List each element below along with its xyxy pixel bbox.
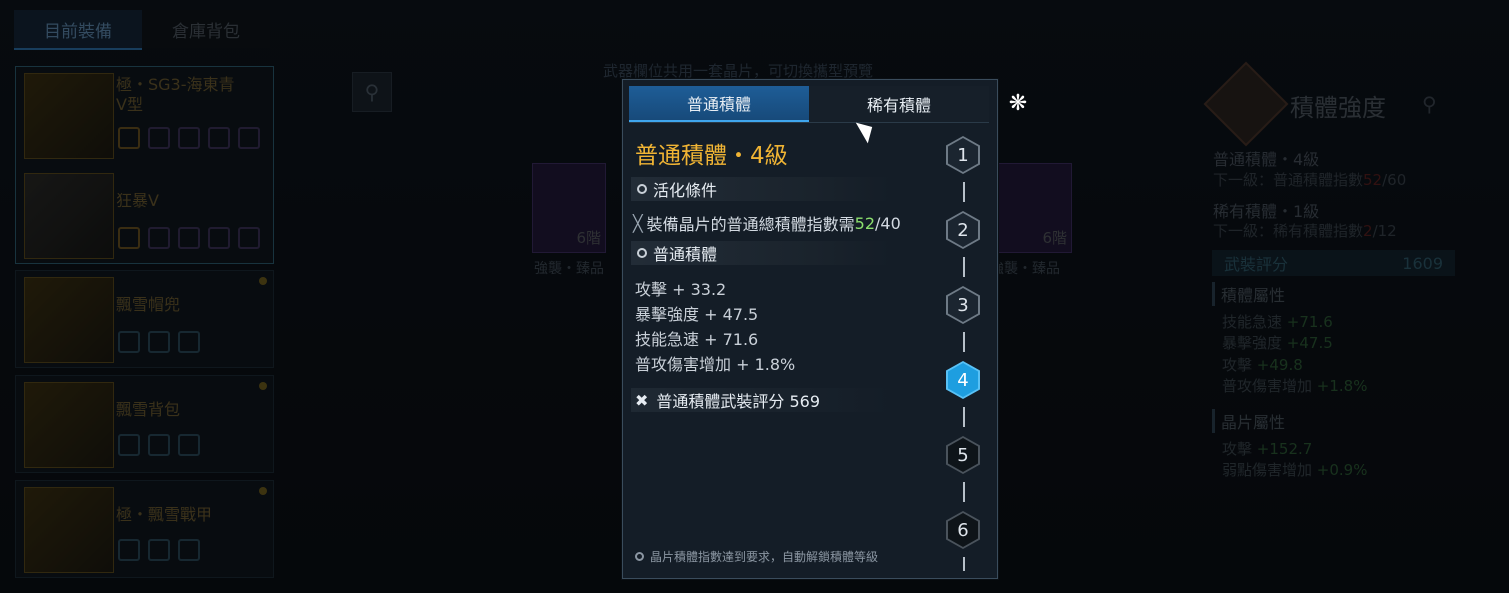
level-6-hex[interactable]: 6 [946, 511, 980, 549]
stats-header: 普通積體 [631, 241, 891, 265]
integration-level-dialog: 普通積體 稀有積體 普通積體・4級 活化條件 ╳ 裝備晶片的普通總積體指數需 52… [622, 79, 998, 579]
score-x-icon: ✖ [635, 390, 649, 410]
level-4-hex-current[interactable]: 4 [946, 361, 980, 399]
integration-type-tabs: 普通積體 稀有積體 [629, 86, 989, 123]
level-ladder: 1 2 3 4 5 6 [946, 136, 982, 576]
activation-header: 活化條件 [631, 177, 891, 201]
close-icon[interactable]: ❋ [1005, 90, 1031, 116]
activation-condition: ╳ 裝備晶片的普通總積體指數需 52/40 [633, 213, 901, 235]
level-5-hex[interactable]: 5 [946, 436, 980, 474]
bullet-icon [637, 248, 647, 258]
tab-rare-integration[interactable]: 稀有積體 [809, 86, 989, 122]
stat-line: 技能急速 + 71.6 [635, 330, 759, 349]
bullet-icon [635, 552, 644, 561]
auto-unlock-note: 晶片積體指數達到要求，自動解鎖積體等級 [635, 548, 878, 565]
level-3-hex[interactable]: 3 [946, 286, 980, 324]
stat-line: 攻擊 + 33.2 [635, 280, 727, 299]
stat-line: 普攻傷害增加 + 1.8% [635, 355, 796, 374]
bullet-icon [637, 184, 647, 194]
tab-normal-integration[interactable]: 普通積體 [629, 86, 809, 122]
condition-required: /40 [875, 213, 901, 233]
integration-score: ✖ 普通積體武裝評分 569 [631, 388, 891, 412]
level-1-hex[interactable]: 1 [946, 136, 980, 174]
level-title: 普通積體・4級 [635, 143, 788, 169]
integration-icon: ╳ [633, 213, 643, 233]
level-2-hex[interactable]: 2 [946, 211, 980, 249]
stat-line: 暴擊強度 + 47.5 [635, 305, 759, 324]
condition-current: 52 [854, 213, 876, 233]
